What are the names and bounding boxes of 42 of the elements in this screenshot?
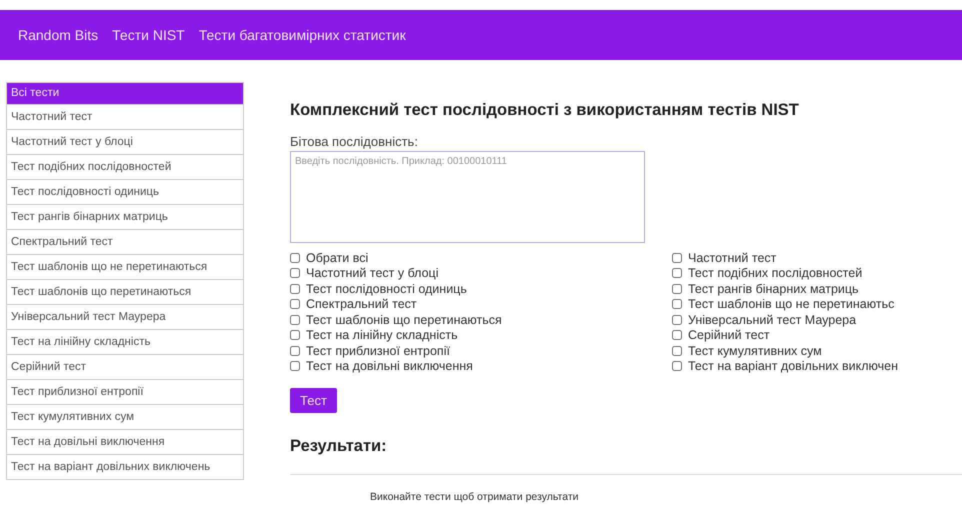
checkbox-label: Тест рангів бінарних матриць xyxy=(688,282,859,296)
checkbox[interactable] xyxy=(290,330,300,340)
checkbox[interactable] xyxy=(672,299,682,310)
checkbox-label: Універсальний тест Маурера xyxy=(688,312,856,327)
results-heading: Результати: xyxy=(290,437,388,456)
checkbox[interactable] xyxy=(672,284,682,294)
checkbox[interactable] xyxy=(290,314,300,325)
checkbox-label: Тест на лінійну складність xyxy=(306,328,458,342)
checkbox[interactable] xyxy=(672,361,682,372)
checkbox-label: Тест подібних послідовностей xyxy=(688,266,862,280)
checkbox[interactable] xyxy=(290,346,300,356)
checkbox[interactable] xyxy=(290,284,300,294)
checkbox-label: Тест на довільні виключення xyxy=(306,359,473,374)
checkbox[interactable] xyxy=(290,361,300,372)
checkbox-label: Спектральний тест xyxy=(306,297,417,312)
checkbox-label: Тест на варіант довільних виключен xyxy=(688,359,898,374)
checkbox-label: Тест шаблонів що перетинаються xyxy=(306,312,502,327)
test-button[interactable]: Тест xyxy=(290,388,337,413)
field-label: Бітова послідовність: xyxy=(290,134,419,149)
checkbox-label: Обрати всі xyxy=(306,250,368,265)
sequence-input-field[interactable]: Введіть послідовність. Приклад: 00100010111 xyxy=(290,151,645,243)
checkbox[interactable] xyxy=(672,252,682,263)
checkbox[interactable] xyxy=(290,268,300,278)
nav-link[interactable]: Random Bits xyxy=(18,27,98,43)
checkbox-label: Частотний тест xyxy=(688,250,776,265)
checkbox[interactable] xyxy=(672,330,682,340)
nav-link[interactable]: Тести багатовимірних статистик xyxy=(198,27,406,43)
results-message: Виконайте тести щоб отримати результати xyxy=(370,491,580,503)
checkbox-label: Серійний тест xyxy=(688,328,770,342)
checkbox-label: Тест приблизної ентропії xyxy=(306,344,450,358)
nav-link[interactable]: Тести NIST xyxy=(112,27,185,43)
checkbox[interactable] xyxy=(290,299,300,310)
page-title: Комплексний тест послідовності з використанням тестів NIST xyxy=(290,101,800,120)
checkbox[interactable] xyxy=(290,252,300,263)
checkbox-label: Тест кумулятивних сум xyxy=(688,344,822,358)
checkbox[interactable] xyxy=(672,268,682,278)
checkbox-label: Тест послідовності одиниць xyxy=(306,282,467,296)
sidebar-item[interactable]: Всі тести xyxy=(7,83,243,105)
checkbox-label: Частотний тест у блоці xyxy=(306,266,438,280)
checkbox-label: Тест шаблонів що не перетинаютьс xyxy=(688,297,894,312)
checkbox[interactable] xyxy=(672,346,682,356)
checkbox[interactable] xyxy=(672,314,682,325)
